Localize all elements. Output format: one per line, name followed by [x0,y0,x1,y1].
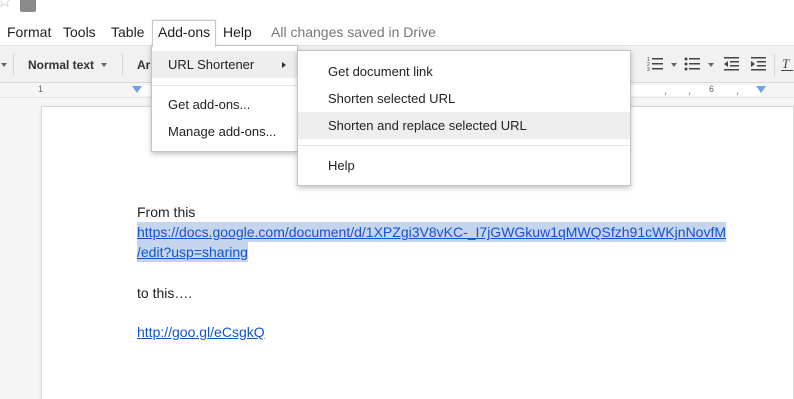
short-url-link[interactable]: http://goo.gl/eCsgkQ [137,322,265,342]
url-shortener-submenu: Get document link Shorten selected URL S… [297,50,631,186]
toolbar-divider [774,54,775,76]
style-select[interactable]: Normal text [28,52,94,79]
toolbar-divider [122,54,123,76]
clear-formatting-icon[interactable]: T [781,55,794,73]
svg-text:3: 3 [647,67,650,73]
decrease-indent-icon[interactable] [723,55,741,73]
ruler-label: 1 [38,84,44,94]
doc-text-from-this: From this [137,204,196,220]
right-indent-marker[interactable] [756,86,766,93]
addons-menu: URL Shortener Get add-ons... Manage add-… [151,45,298,152]
menu-item-label: Shorten and replace selected URL [328,118,527,133]
numbered-list-icon[interactable]: 1 2 3 [647,55,665,73]
menu-item-get-addons[interactable]: Get add-ons... [152,91,297,118]
ruler-tick [689,92,690,95]
star-icon[interactable]: ☆ [0,0,12,11]
menu-addons[interactable]: Add-ons [152,20,217,47]
menu-item-label: URL Shortener [168,57,255,72]
menu-item-shorten-and-replace[interactable]: Shorten and replace selected URL [298,112,630,139]
style-select-chevron-icon[interactable] [101,63,107,67]
save-status: All changes saved in Drive [271,24,436,40]
numbered-list-chevron-icon[interactable] [671,63,677,67]
menu-divider [152,85,297,86]
menu-item-label: Get document link [328,64,433,79]
menu-item-label: Help [328,158,355,173]
menu-item-url-shortener[interactable]: URL Shortener [152,51,297,78]
ruler-tick [737,92,738,95]
menubar: Format Tools Table Add-ons Help All chan… [0,18,794,47]
submenu-arrow-icon [282,62,286,68]
doc-text-to-this: to this…. [137,285,193,301]
long-url-link-line-1[interactable]: https://docs.google.com/document/d/1XPZg… [137,222,727,242]
ruler-tick [665,92,666,95]
menu-help[interactable]: Help [218,20,257,45]
increase-indent-icon[interactable] [750,55,768,73]
title-strip: ☆ [0,0,794,18]
left-indent-marker[interactable] [132,86,142,93]
menu-item-help[interactable]: Help [298,152,630,179]
menu-tools[interactable]: Tools [58,20,101,45]
menu-table[interactable]: Table [106,20,149,45]
menu-item-get-document-link[interactable]: Get document link [298,58,630,85]
menu-divider [298,145,630,146]
folder-icon[interactable] [20,0,36,12]
bulleted-list-chevron-icon[interactable] [708,63,714,67]
menu-item-shorten-selected-url[interactable]: Shorten selected URL [298,85,630,112]
long-url-link-line-2[interactable]: /edit?usp=sharing [137,242,248,262]
ruler-label: 6 [709,84,715,94]
menu-item-manage-addons[interactable]: Manage add-ons... [152,118,297,145]
svg-text:T: T [782,56,790,71]
menu-format[interactable]: Format [2,20,56,45]
bulleted-list-icon[interactable] [684,55,702,73]
chevron-down-icon[interactable] [1,63,7,67]
toolbar-divider [13,54,14,76]
menu-item-label: Get add-ons... [168,97,251,112]
menu-item-label: Manage add-ons... [168,124,277,139]
menu-item-label: Shorten selected URL [328,91,456,106]
